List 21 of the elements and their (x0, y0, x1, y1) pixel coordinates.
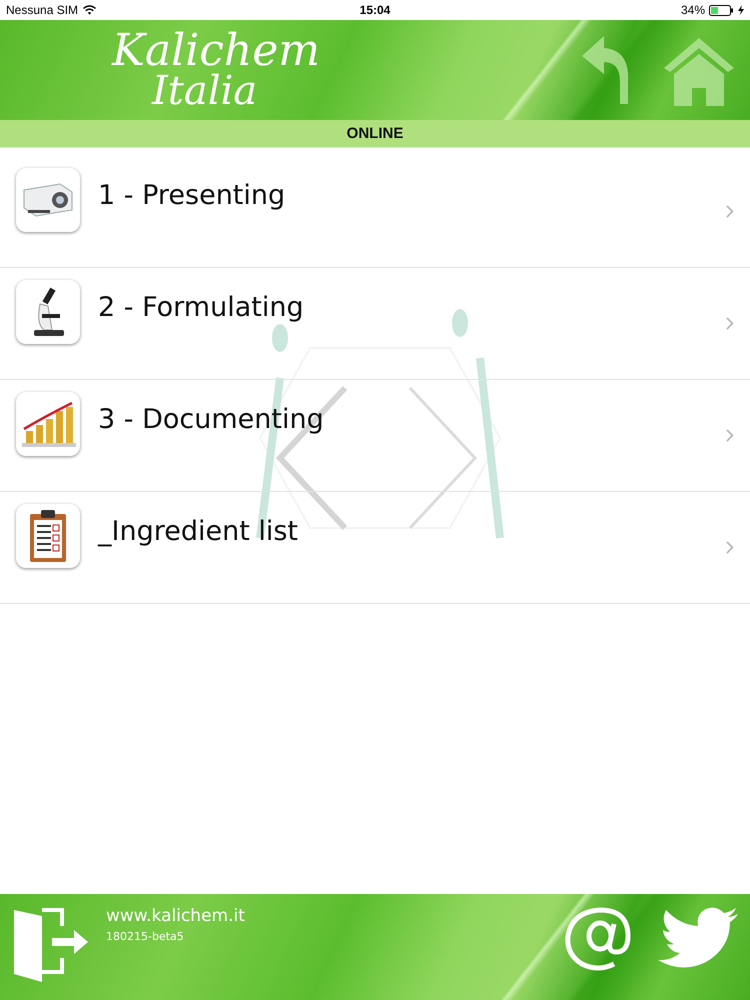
charging-icon (738, 5, 744, 15)
wifi-icon (83, 5, 96, 15)
door-exit-icon (12, 906, 88, 982)
bar-chart-icon (20, 399, 76, 449)
version-label: 180215-beta5 (106, 930, 185, 943)
chevron-icon (726, 317, 734, 330)
logo-text: Italia (150, 72, 258, 110)
chevron-icon (726, 429, 734, 442)
clock-time: 15:04 (360, 3, 390, 17)
menu-item[interactable]: _Ingredient list (0, 492, 750, 604)
battery-icon (709, 4, 734, 16)
logout-button[interactable] (12, 906, 88, 982)
menu-item[interactable]: 3 - Documenting (0, 380, 750, 492)
menu-item[interactable]: 1 - Presenting (0, 156, 750, 268)
logo-text: Kalichem (112, 30, 320, 72)
carrier-name: Nessuna SIM (6, 3, 78, 17)
chevron-icon (726, 205, 734, 218)
chevron-icon (726, 541, 734, 554)
connection-status: ONLINE (346, 125, 404, 142)
menu-item[interactable]: 2 - Formulating (0, 268, 750, 380)
battery-percent: 34% (680, 3, 706, 17)
